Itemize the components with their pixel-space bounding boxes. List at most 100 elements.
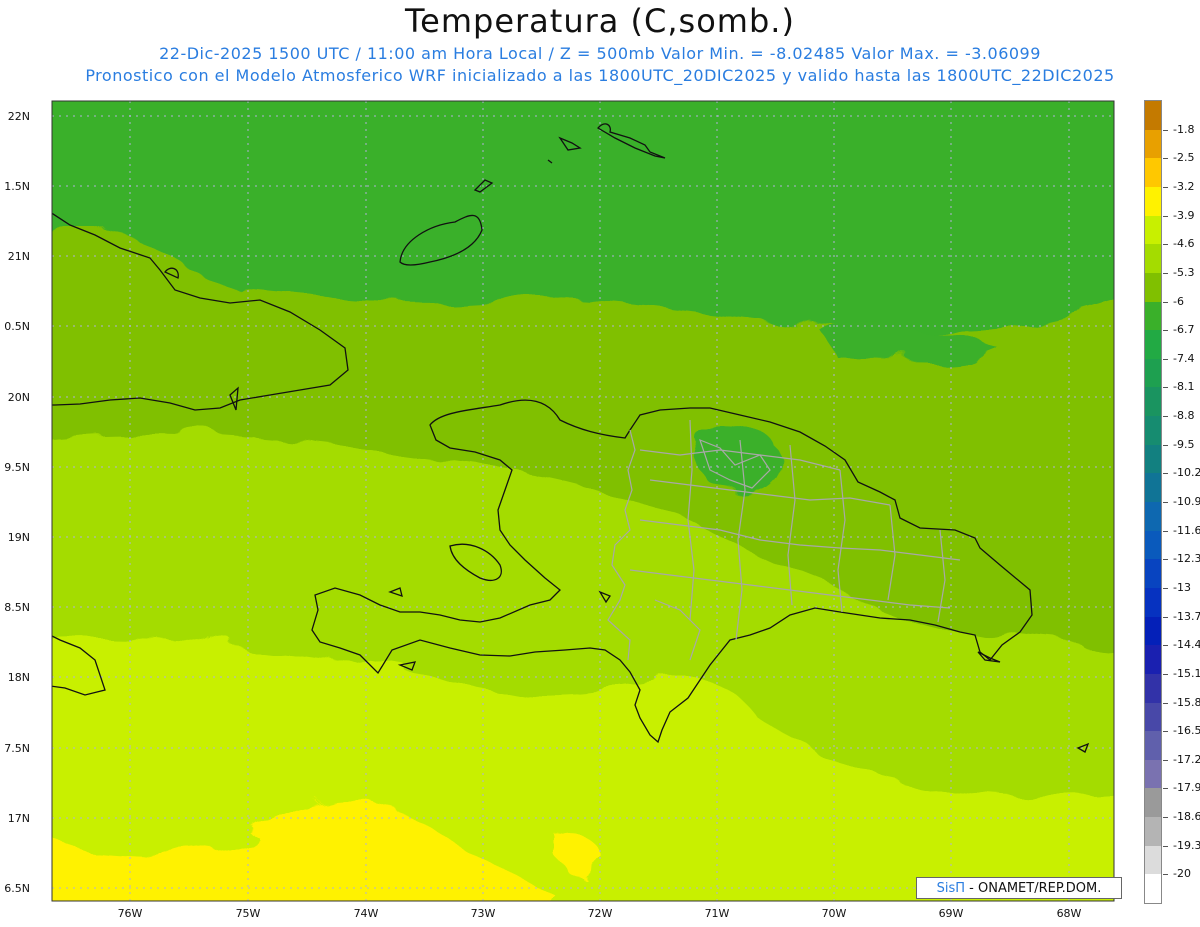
legend-label: -19.3	[1173, 838, 1200, 852]
legend-label: -2.5	[1173, 151, 1195, 165]
legend-color-cell	[1145, 788, 1161, 818]
lon-label-75w: 75W	[235, 907, 261, 920]
legend-color-cell	[1145, 186, 1161, 216]
legend-label: -9.5	[1173, 437, 1195, 451]
legend-color-cell	[1145, 272, 1161, 302]
legend-label: -16.5	[1173, 724, 1200, 738]
color-legend	[1144, 100, 1162, 904]
legend-tick	[1163, 330, 1168, 332]
lat-label-17-5n: 7.5N	[4, 742, 30, 755]
legend-tick	[1163, 444, 1168, 446]
legend-label: -15.1	[1173, 666, 1200, 680]
legend-color-cell	[1145, 731, 1161, 761]
legend-color-cell	[1145, 129, 1161, 159]
legend-tick	[1163, 416, 1168, 418]
legend-label: -5.3	[1173, 265, 1195, 279]
legend-label: -15.8	[1173, 695, 1200, 709]
temperature-map	[51, 100, 1115, 902]
legend-label: -14.4	[1173, 638, 1200, 652]
legend-tick	[1163, 215, 1168, 217]
legend-tick	[1163, 788, 1168, 790]
legend-label: -6	[1173, 294, 1184, 308]
legend-tick	[1163, 874, 1168, 876]
lat-label-16-5n: 6.5N	[4, 882, 30, 895]
legend-tick	[1163, 731, 1168, 733]
legend-tick	[1163, 502, 1168, 503]
legend-label: -3.2	[1173, 179, 1195, 193]
legend-tick	[1163, 616, 1168, 618]
lat-label-19-5n: 9.5N	[4, 461, 30, 474]
lat-label-18n: 18N	[7, 671, 30, 684]
legend-label: -17.9	[1173, 781, 1200, 795]
legend-tick	[1163, 244, 1168, 246]
legend-color-cell	[1145, 215, 1161, 245]
legend-color-cell	[1145, 244, 1161, 274]
legend-color-cell	[1145, 330, 1161, 360]
legend-label: -11.6	[1173, 523, 1200, 537]
lon-label-69w: 69W	[938, 907, 964, 920]
legend-tick	[1163, 759, 1168, 761]
legend-color-cell	[1145, 817, 1161, 847]
legend-label: -13	[1173, 580, 1191, 594]
legend-color-cell	[1145, 759, 1161, 789]
legend-tick	[1163, 186, 1168, 188]
legend-color-cell	[1145, 416, 1161, 446]
credit-box: SisΠ - ONAMET/REP.DOM.	[916, 877, 1122, 899]
legend-tick	[1163, 559, 1168, 561]
legend-color-cell	[1145, 502, 1161, 531]
lat-label-20n: 20N	[7, 391, 30, 404]
legend-color-cell	[1145, 387, 1161, 417]
lat-label-19n: 19N	[7, 531, 30, 544]
legend-label: -17.2	[1173, 752, 1200, 766]
legend-color-cell	[1145, 473, 1161, 503]
lon-label-74w: 74W	[353, 907, 379, 920]
legend-color-cell	[1145, 616, 1161, 646]
legend-tick	[1163, 587, 1168, 589]
legend-label: -10.9	[1173, 495, 1200, 508]
lat-label-21-5n: 1.5N	[4, 180, 30, 193]
legend-tick	[1163, 530, 1168, 532]
legend-label: -20	[1173, 867, 1191, 881]
lon-label-72w: 72W	[587, 907, 613, 920]
legend-tick	[1163, 129, 1168, 131]
legend-tick	[1163, 645, 1168, 647]
legend-tick	[1163, 473, 1168, 475]
legend-color-cell	[1145, 358, 1161, 388]
legend-label: -3.9	[1173, 208, 1195, 222]
legend-tick	[1163, 272, 1168, 274]
lat-label-17n: 17N	[7, 812, 30, 825]
legend-label: -1.8	[1173, 122, 1195, 136]
legend-tick	[1163, 358, 1168, 360]
legend-color-cell	[1145, 158, 1161, 188]
legend-tick	[1163, 387, 1168, 389]
legend-color-cell	[1145, 845, 1161, 875]
legend-color-cell	[1145, 673, 1161, 703]
lon-label-68w: 68W	[1056, 907, 1082, 920]
lon-label-73w: 73W	[470, 907, 496, 920]
legend-color-cell	[1145, 530, 1161, 560]
legend-color-cell	[1145, 702, 1161, 732]
legend-label: -8.1	[1173, 380, 1195, 394]
lat-label-21n: 21N	[7, 250, 30, 263]
legend-label: -10.2	[1173, 466, 1200, 480]
lon-label-70w: 70W	[821, 907, 847, 920]
legend-tick	[1163, 702, 1168, 704]
legend-label: -13.7	[1173, 609, 1200, 623]
legend-tick	[1163, 673, 1168, 675]
legend-color-cell	[1145, 645, 1161, 675]
legend-tick	[1163, 845, 1168, 847]
legend-tick	[1163, 301, 1168, 303]
lon-label-71w: 71W	[704, 907, 730, 920]
lon-label-76w: 76W	[117, 907, 143, 920]
legend-color-cell	[1145, 559, 1161, 589]
legend-tick	[1163, 817, 1168, 819]
legend-color-cell	[1145, 101, 1161, 130]
credit-text: - ONAMET/REP.DOM.	[969, 881, 1102, 896]
legend-color-cell	[1145, 587, 1161, 617]
legend-label: -18.6	[1173, 810, 1200, 824]
legend-label: -6.7	[1173, 323, 1195, 337]
legend-label: -8.8	[1173, 409, 1195, 423]
legend-tick	[1163, 158, 1168, 160]
lat-label-20-5n: 0.5N	[4, 320, 30, 333]
legend-label: -12.3	[1173, 552, 1200, 566]
